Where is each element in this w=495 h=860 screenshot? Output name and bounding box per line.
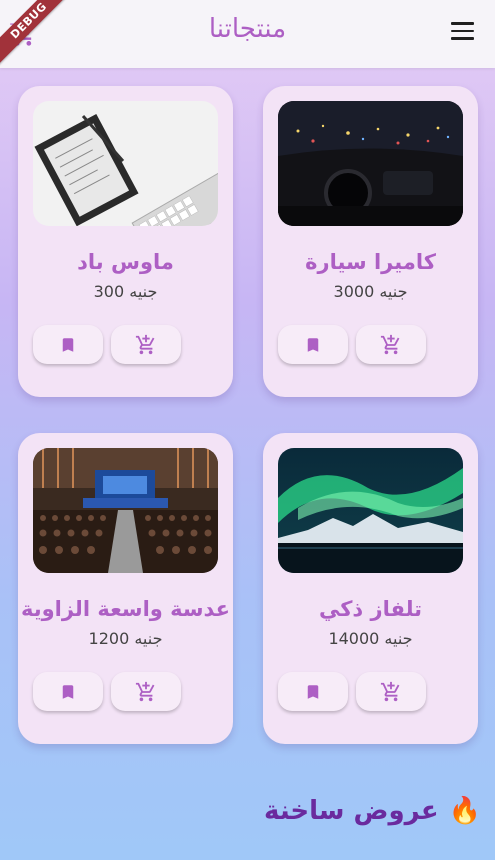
product-image-car-camera[interactable] [278, 101, 463, 226]
product-name: عدسة واسعة الزاوية [21, 597, 230, 621]
bookmark-button[interactable] [33, 325, 103, 364]
page-title: منتجاتنا [208, 14, 287, 44]
bookmark-icon [307, 684, 319, 699]
add-to-cart-button[interactable] [111, 325, 181, 364]
bookmark-button[interactable] [278, 325, 348, 364]
product-price: 1200 جنيه [88, 629, 163, 648]
add-shopping-cart-icon [380, 681, 400, 701]
bookmark-icon [62, 684, 74, 699]
section-title: عروض ساخنة [264, 796, 439, 826]
add-shopping-cart-icon [135, 681, 155, 701]
product-image-wide-angle-lens[interactable] [33, 448, 218, 573]
bookmark-button[interactable] [33, 672, 103, 711]
debug-banner: DEBUG [0, 0, 70, 67]
bookmark-button[interactable] [278, 672, 348, 711]
product-card[interactable]: عدسة واسعة الزاوية 1200 جنيه [18, 433, 233, 744]
product-name: تلفاز ذكي [318, 597, 423, 621]
debug-banner-container: DEBUG [0, 0, 70, 70]
product-price: 300 جنيه [93, 282, 158, 301]
product-image-mouse-pad[interactable] [33, 101, 218, 226]
app-bar: منتجاتنا [0, 0, 495, 68]
product-name: كاميرا سيارة [305, 250, 436, 274]
product-name: ماوس باد [77, 250, 174, 274]
product-card[interactable]: كاميرا سيارة 3000 جنيه [263, 86, 478, 397]
product-price: 14000 جنيه [328, 629, 413, 648]
product-image-smart-tv[interactable] [278, 448, 463, 573]
product-card[interactable]: ماوس باد 300 جنيه [18, 86, 233, 397]
add-to-cart-button[interactable] [356, 672, 426, 711]
hot-offers-heading: 🔥 عروض ساخنة [264, 796, 481, 826]
add-shopping-cart-icon [135, 334, 155, 354]
menu-icon[interactable] [451, 22, 475, 44]
product-card[interactable]: تلفاز ذكي 14000 جنيه [263, 433, 478, 744]
add-to-cart-button[interactable] [356, 325, 426, 364]
product-price: 3000 جنيه [333, 282, 408, 301]
add-to-cart-button[interactable] [111, 672, 181, 711]
fire-icon: 🔥 [448, 796, 481, 826]
bookmark-icon [62, 337, 74, 352]
add-shopping-cart-icon [380, 334, 400, 354]
bookmark-icon [307, 337, 319, 352]
